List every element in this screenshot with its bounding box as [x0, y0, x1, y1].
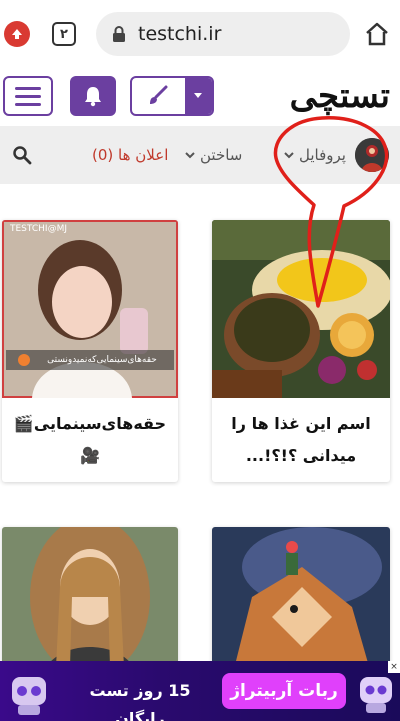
- card-thumbnail: [2, 527, 178, 677]
- create-dropdown-toggle[interactable]: [184, 78, 212, 114]
- tab-count-button[interactable]: ۲: [52, 22, 76, 46]
- nav-notifications-link[interactable]: اعلان ها (0): [92, 126, 168, 184]
- hamburger-menu-button[interactable]: [3, 76, 53, 116]
- ad-banner[interactable]: 15 روز تست رایگان ربات آربیتراژ: [0, 661, 400, 721]
- quiz-card[interactable]: TESTCHI@MJ حقه‌های‌سینمایی‌که‌نمیدونستی …: [2, 220, 178, 482]
- quiz-card[interactable]: [2, 527, 178, 677]
- nav-profile-label: پروفایل: [299, 146, 346, 164]
- hamburger-line: [15, 86, 41, 90]
- bell-icon: [85, 87, 101, 107]
- site-header: تستچی: [0, 66, 400, 126]
- avatar[interactable]: [355, 138, 389, 172]
- house-icon[interactable]: [364, 22, 390, 46]
- card-thumbnail: [212, 220, 390, 398]
- search-icon[interactable]: [12, 145, 32, 165]
- robot-icon: [360, 677, 392, 713]
- create-button[interactable]: [132, 78, 185, 114]
- browser-toolbar: ۲ testchi.ir: [0, 0, 400, 66]
- caret-down-icon: [194, 93, 203, 98]
- quiz-card[interactable]: اسم این غذا ها را میدانی ؟!؟!...: [212, 220, 390, 482]
- url-field[interactable]: testchi.ir: [96, 12, 350, 56]
- card-title: اسم این غذا ها را میدانی ؟!؟!...: [231, 414, 371, 465]
- lock-icon: [113, 26, 125, 42]
- card-thumbnail: [2, 220, 178, 398]
- chevron-down-icon: [284, 152, 294, 159]
- thumbnail-watermark: TESTCHI@MJ: [10, 224, 67, 234]
- thumbnail-caption: حقه‌های‌سینمایی‌که‌نمیدونستی: [47, 355, 157, 365]
- nav-notifications-label: اعلان ها (0): [92, 146, 169, 164]
- nav-build-label: ساختن: [200, 146, 243, 164]
- brush-icon: [150, 85, 168, 104]
- hamburger-line: [15, 94, 41, 98]
- notifications-bell-button[interactable]: [70, 76, 116, 116]
- nav-profile-menu[interactable]: پروفایل: [283, 126, 346, 184]
- card-thumbnail: [212, 527, 390, 677]
- nav-build-menu[interactable]: ساختن: [184, 126, 242, 184]
- home-up-icon[interactable]: [4, 21, 30, 47]
- ad-close-icon[interactable]: ×: [388, 661, 400, 673]
- nav-bar: اعلان ها (0) ساختن پروفایل: [0, 126, 400, 184]
- url-text: testchi.ir: [138, 23, 222, 45]
- site-logo[interactable]: تستچی: [262, 72, 390, 122]
- quiz-card[interactable]: [212, 527, 390, 677]
- ad-offer-text: 15 روز تست رایگان: [89, 681, 191, 721]
- card-title: حقه‌های‌سینمایی🎬🎥: [13, 414, 167, 465]
- ad-cta-button[interactable]: ربات آربیتراژ: [222, 673, 346, 709]
- create-dropdown-button[interactable]: [130, 76, 214, 116]
- robot-icon: [12, 677, 46, 715]
- chevron-down-icon: [185, 152, 195, 159]
- hamburger-line: [15, 102, 41, 106]
